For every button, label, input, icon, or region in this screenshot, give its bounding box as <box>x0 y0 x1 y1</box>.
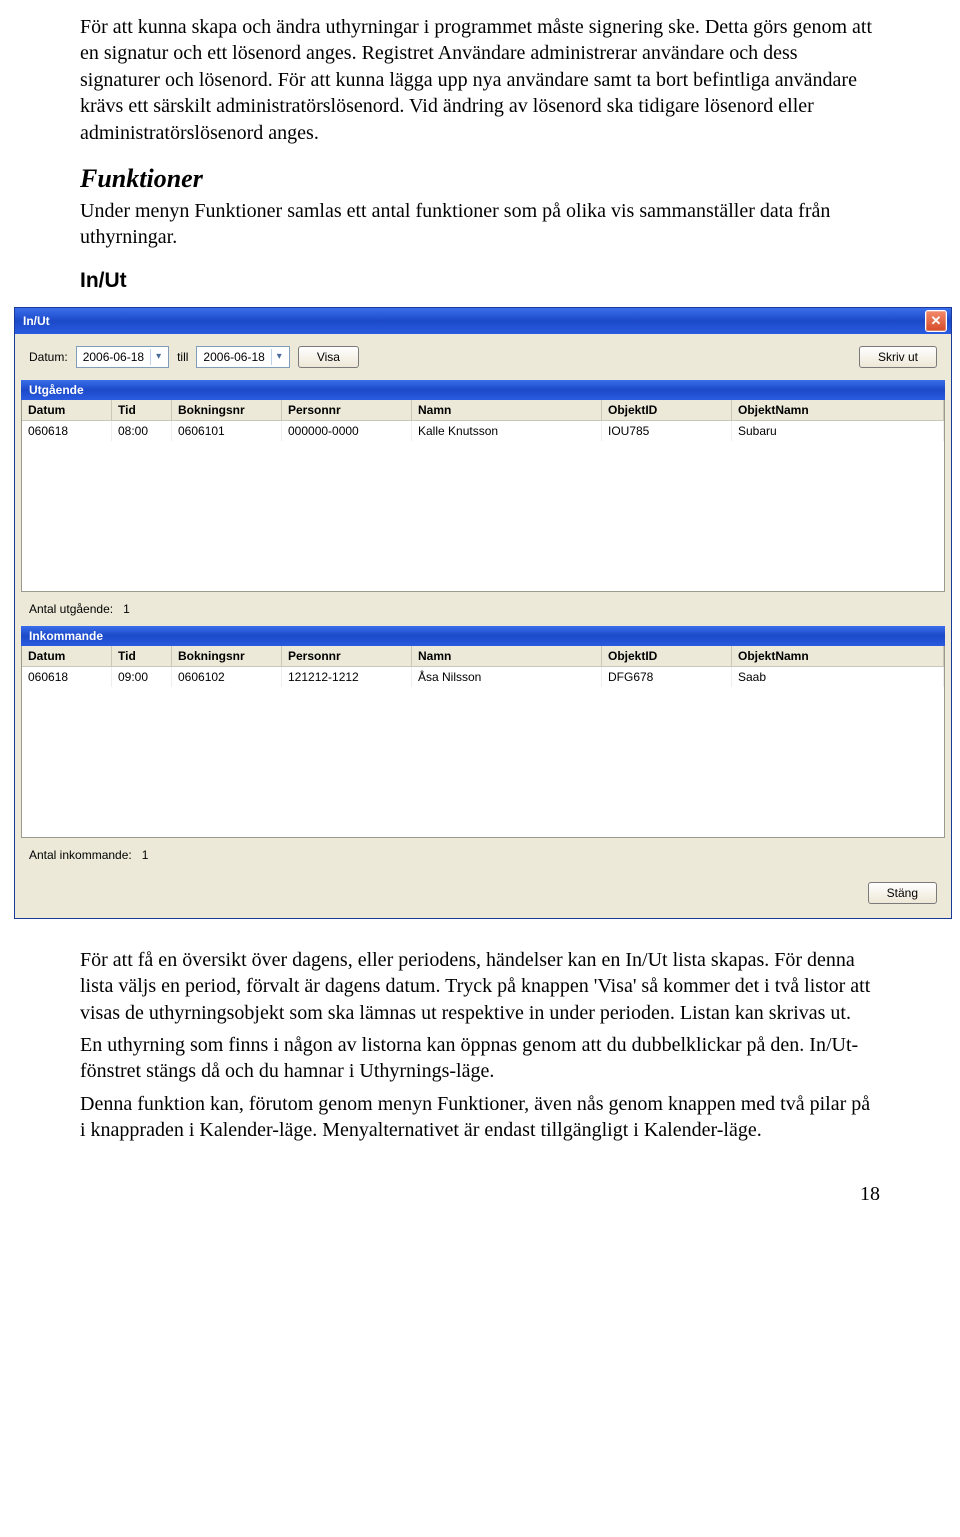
cell: DFG678 <box>602 667 732 687</box>
col-tid[interactable]: Tid <box>112 400 172 420</box>
inut-heading: In/Ut <box>80 269 880 293</box>
cell: Saab <box>732 667 944 687</box>
funktioner-paragraph: Under menyn Funktioner samlas ett antal … <box>80 198 880 251</box>
col-tid[interactable]: Tid <box>112 646 172 666</box>
cell: 08:00 <box>112 421 172 441</box>
outgoing-header: Utgående <box>21 380 945 400</box>
table-row[interactable]: 060618 08:00 0606101 000000-0000 Kalle K… <box>22 421 944 441</box>
date-from-input[interactable]: 2006-06-18 ▾ <box>76 346 169 368</box>
cell: 121212-1212 <box>282 667 412 687</box>
col-bokning[interactable]: Bokningsnr <box>172 400 282 420</box>
cell: Åsa Nilsson <box>412 667 602 687</box>
cell: 0606101 <box>172 421 282 441</box>
cell: IOU785 <box>602 421 732 441</box>
col-objektid[interactable]: ObjektID <box>602 646 732 666</box>
outgoing-count-value: 1 <box>123 602 130 616</box>
date-to-input[interactable]: 2006-06-18 ▾ <box>196 346 289 368</box>
visa-button[interactable]: Visa <box>298 346 359 368</box>
col-datum[interactable]: Datum <box>22 400 112 420</box>
table-row[interactable]: 060618 09:00 0606102 121212-1212 Åsa Nil… <box>22 667 944 687</box>
incoming-count-value: 1 <box>142 848 149 862</box>
cell: 000000-0000 <box>282 421 412 441</box>
incoming-body[interactable]: 060618 09:00 0606102 121212-1212 Åsa Nil… <box>22 667 944 837</box>
incoming-grid: Datum Tid Bokningsnr Personnr Namn Objek… <box>21 646 945 838</box>
skrivut-button[interactable]: Skriv ut <box>859 346 937 368</box>
incoming-count-label: Antal inkommande: <box>29 848 132 862</box>
cell: Kalle Knutsson <box>412 421 602 441</box>
col-bokning[interactable]: Bokningsnr <box>172 646 282 666</box>
incoming-header: Inkommande <box>21 626 945 646</box>
stang-button[interactable]: Stäng <box>868 882 937 904</box>
incoming-count: Antal inkommande: 1 <box>15 838 951 872</box>
outgoing-body[interactable]: 060618 08:00 0606101 000000-0000 Kalle K… <box>22 421 944 591</box>
outgoing-columns: Datum Tid Bokningsnr Personnr Namn Objek… <box>22 400 944 421</box>
chevron-down-icon[interactable]: ▾ <box>271 349 287 365</box>
after-p1: För att få en översikt över dagens, elle… <box>80 947 880 1026</box>
cell: Subaru <box>732 421 944 441</box>
intro-paragraph: För att kunna skapa och ändra uthyrninga… <box>80 14 880 146</box>
col-objektnamn[interactable]: ObjektNamn <box>732 400 944 420</box>
cell: 0606102 <box>172 667 282 687</box>
outgoing-count-label: Antal utgående: <box>29 602 113 616</box>
date-from-value: 2006-06-18 <box>83 350 144 364</box>
col-namn[interactable]: Namn <box>412 400 602 420</box>
funktioner-heading: Funktioner <box>80 164 880 194</box>
outgoing-count: Antal utgående: 1 <box>15 592 951 626</box>
after-p3: Denna funktion kan, förutom genom menyn … <box>80 1091 880 1144</box>
col-personnr[interactable]: Personnr <box>282 400 412 420</box>
col-datum[interactable]: Datum <box>22 646 112 666</box>
page-number: 18 <box>80 1183 880 1206</box>
chevron-down-icon[interactable]: ▾ <box>150 349 166 365</box>
cell: 09:00 <box>112 667 172 687</box>
close-icon[interactable]: ✕ <box>925 310 947 332</box>
label-till: till <box>177 350 188 364</box>
col-objektnamn[interactable]: ObjektNamn <box>732 646 944 666</box>
incoming-columns: Datum Tid Bokningsnr Personnr Namn Objek… <box>22 646 944 667</box>
col-objektid[interactable]: ObjektID <box>602 400 732 420</box>
after-p2: En uthyrning som finns i någon av listor… <box>80 1032 880 1085</box>
dialog-title: In/Ut <box>23 314 50 328</box>
cell: 060618 <box>22 421 112 441</box>
date-to-value: 2006-06-18 <box>203 350 264 364</box>
dialog-titlebar[interactable]: In/Ut ✕ <box>15 308 951 334</box>
dialog-footer: Stäng <box>15 872 951 918</box>
inut-dialog: In/Ut ✕ Datum: 2006-06-18 ▾ till 2006-06… <box>14 307 952 919</box>
col-personnr[interactable]: Personnr <box>282 646 412 666</box>
outgoing-grid: Datum Tid Bokningsnr Personnr Namn Objek… <box>21 400 945 592</box>
dialog-toolbar: Datum: 2006-06-18 ▾ till 2006-06-18 ▾ Vi… <box>15 334 951 380</box>
col-namn[interactable]: Namn <box>412 646 602 666</box>
cell: 060618 <box>22 667 112 687</box>
label-datum: Datum: <box>29 350 68 364</box>
